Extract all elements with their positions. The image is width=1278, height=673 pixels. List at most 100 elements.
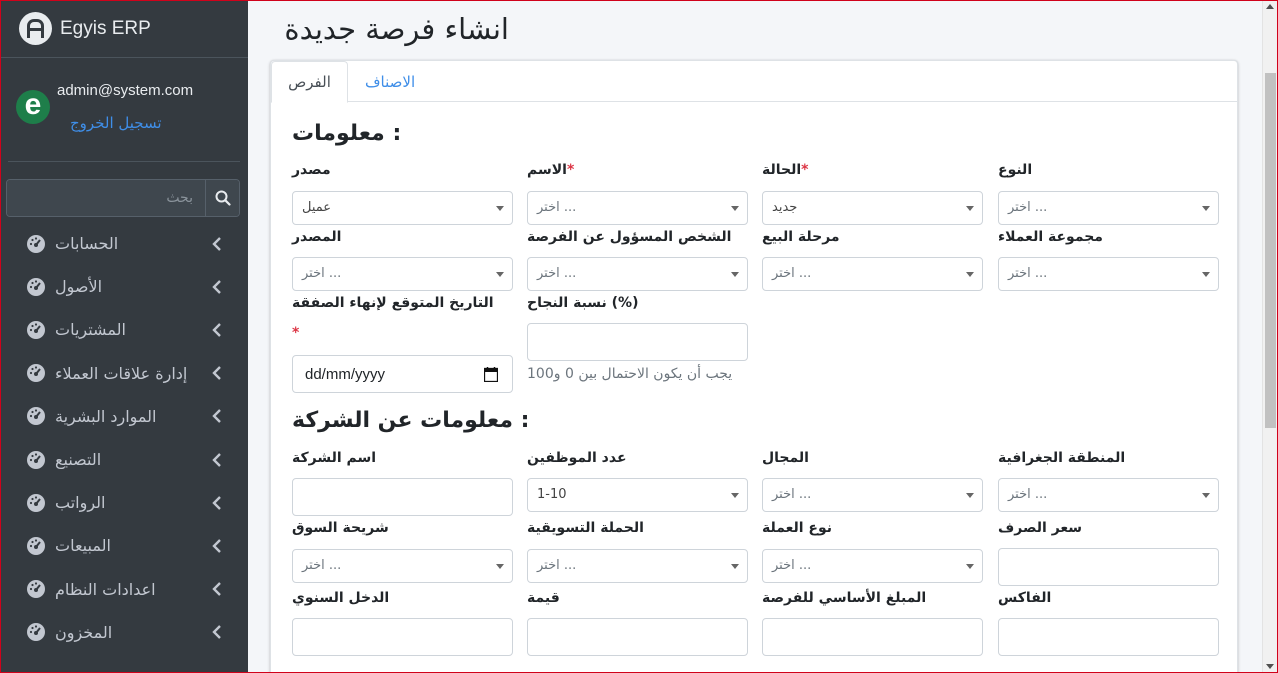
exchange-input[interactable]: [998, 548, 1219, 586]
source-label: مصدر: [292, 162, 331, 178]
sidebar-item-label: الرواتب: [55, 493, 106, 513]
caret-down-icon: [731, 564, 739, 569]
annual-income-input[interactable]: [292, 618, 513, 656]
exchange-label: سعر الصرف: [998, 520, 1083, 536]
scroll-up-icon[interactable]: [1266, 4, 1274, 9]
sidebar-item[interactable]: المشتريات: [0, 308, 248, 351]
chevron-left-icon: [210, 582, 224, 596]
scrollbar[interactable]: [1262, 0, 1277, 673]
origin-label: المصدر: [292, 229, 342, 245]
sales-stage-label: مرحلة البيع: [762, 229, 840, 245]
origin-select[interactable]: ... اختر: [292, 257, 513, 291]
status-label: *الحالة: [762, 162, 809, 178]
sidebar-item[interactable]: الرواتب: [0, 481, 248, 524]
campaign-select[interactable]: ... اختر: [527, 549, 748, 583]
probability-input[interactable]: [527, 323, 748, 361]
source-select[interactable]: عميل: [292, 191, 513, 225]
segment-label: شريحة السوق: [292, 520, 389, 536]
caret-down-icon: [1202, 493, 1210, 498]
tab-categories[interactable]: الاصناف: [349, 61, 431, 102]
caret-down-icon: [496, 206, 504, 211]
scrollbar-thumb[interactable]: [1265, 73, 1276, 428]
value-input[interactable]: [527, 618, 748, 656]
calendar-icon[interactable]: [484, 367, 498, 382]
logout-link[interactable]: تسجيل الخروج: [70, 114, 162, 132]
sales-stage-select[interactable]: ... اختر: [762, 257, 983, 291]
campaign-label: الحملة التسويقية: [527, 520, 644, 536]
sidebar-item[interactable]: إدارة علاقات العملاء: [0, 352, 248, 395]
caret-down-icon: [1202, 272, 1210, 277]
chevron-left-icon: [210, 452, 224, 467]
sidebar-item[interactable]: التصنيع: [0, 438, 248, 481]
sidebar-item[interactable]: الموارد البشرية: [0, 395, 248, 438]
caret-down-icon: [966, 564, 974, 569]
user-panel: e admin@system.com تسجيل الخروج: [8, 58, 240, 162]
company-label: اسم الشركة: [292, 450, 377, 466]
chevron-left-icon: [210, 409, 224, 424]
sidebar-item[interactable]: اعدادات النظام: [0, 568, 248, 611]
customer-group-select[interactable]: ... اختر: [998, 257, 1219, 291]
chevron-left-icon: [210, 323, 224, 337]
type-select[interactable]: ... اختر: [998, 191, 1219, 225]
employees-select[interactable]: 1-10: [527, 478, 748, 512]
sidebar-item-label: اعدادات النظام: [55, 579, 156, 599]
fax-input[interactable]: [998, 618, 1219, 656]
sidebar-item[interactable]: الأصول: [0, 265, 248, 308]
company-input[interactable]: [292, 478, 513, 516]
dashboard-icon: [26, 406, 46, 426]
sidebar: Egyis ERP e admin@system.com تسجيل الخرو…: [0, 0, 248, 673]
currency-label: نوع العملة: [762, 520, 833, 536]
search-button[interactable]: [205, 180, 239, 216]
caret-down-icon: [966, 206, 974, 211]
currency-select[interactable]: ... اختر: [762, 549, 983, 583]
type-label: النوع: [998, 162, 1033, 178]
dashboard-icon: [26, 363, 46, 383]
avatar: e: [16, 90, 50, 124]
user-email[interactable]: admin@system.com: [57, 82, 193, 99]
sidebar-item[interactable]: المبيعات: [0, 524, 248, 567]
chevron-left-icon: [210, 279, 224, 294]
sidebar-item-label: المبيعات: [55, 536, 111, 556]
industry-select[interactable]: ... اختر: [762, 478, 983, 512]
chevron-left-icon: [210, 495, 224, 510]
region-select[interactable]: ... اختر: [998, 478, 1219, 512]
name-select[interactable]: ... اختر: [527, 191, 748, 225]
sidebar-item[interactable]: الحسابات: [0, 222, 248, 265]
brand-link[interactable]: Egyis ERP: [0, 0, 248, 58]
search-icon: [215, 190, 231, 206]
base-amount-input[interactable]: [762, 618, 983, 656]
segment-select[interactable]: ... اختر: [292, 549, 513, 583]
tab-opportunities[interactable]: الفرص: [271, 61, 348, 103]
tabs: الفرص الاصناف: [271, 61, 1237, 103]
scroll-down-icon[interactable]: [1266, 664, 1274, 669]
probability-label: (%) نسبة النجاح: [527, 295, 639, 311]
sidebar-item-label: الموارد البشرية: [55, 406, 157, 426]
close-date-label: التاريخ المتوقع لإنهاء الصفقة: [292, 295, 494, 311]
chevron-left-icon: [210, 539, 224, 553]
egyis-logo-icon: [19, 12, 52, 45]
section-info-title: : معلومات: [292, 121, 402, 146]
owner-select[interactable]: ... اختر: [527, 257, 748, 291]
sidebar-item[interactable]: المخزون: [0, 611, 248, 654]
sidebar-item-label: المشتريات: [55, 320, 126, 340]
sidebar-search: [6, 179, 240, 217]
value-label: قيمة: [527, 590, 560, 606]
section-company-title: : معلومات عن الشركة: [292, 408, 530, 433]
close-date-input[interactable]: dd/mm/yyyy: [292, 355, 513, 393]
required-mark: *: [292, 325, 300, 341]
dashboard-icon: [26, 536, 46, 556]
main-content: انشاء فرصة جديدة الفرص الاصناف : معلومات…: [248, 0, 1262, 673]
caret-down-icon: [731, 493, 739, 498]
status-select[interactable]: جديد: [762, 191, 983, 225]
sidebar-item-label: المخزون: [55, 622, 113, 642]
name-label: *الاسم: [527, 162, 575, 178]
sidebar-nav: الحسابات الأصول المشتريات إدارة علاقات العم…: [0, 222, 248, 654]
region-label: المنطقة الجغرافية: [998, 450, 1126, 466]
chevron-left-icon: [210, 366, 224, 381]
industry-label: المجال: [762, 450, 809, 466]
brand-name: Egyis ERP: [60, 17, 151, 39]
dashboard-icon: [26, 579, 46, 599]
search-input[interactable]: [7, 180, 205, 216]
dashboard-icon: [26, 320, 46, 340]
chevron-left-icon: [210, 236, 224, 251]
